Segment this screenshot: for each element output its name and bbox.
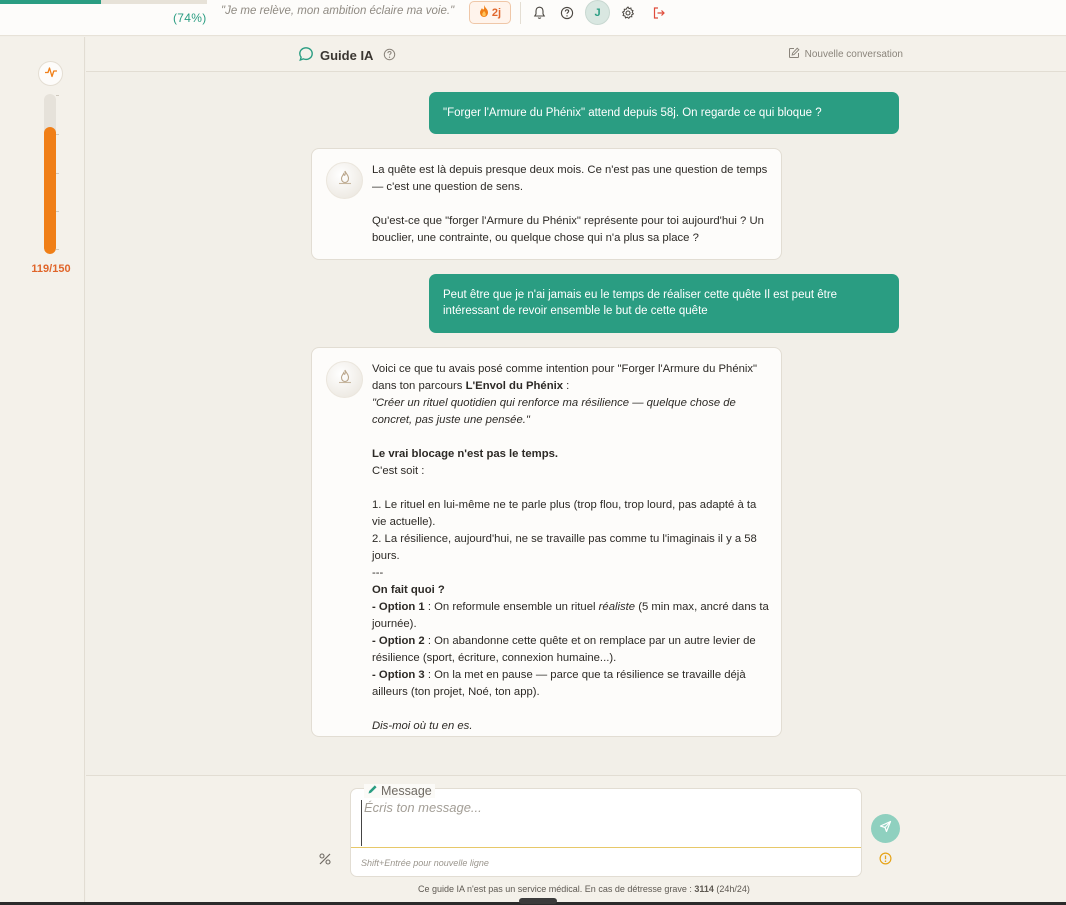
disclaimer-text: (24h/24) — [713, 884, 750, 894]
mic-off-icon[interactable] — [318, 852, 332, 866]
reason-item: 2. La résilience, aujourd'hui, ne se tra… — [372, 533, 757, 562]
progress-percent-label: (74%) — [173, 11, 207, 25]
option-text: : On la met en pause — parce que ta rési… — [372, 669, 746, 698]
gauge-tick — [56, 173, 59, 174]
message-input[interactable] — [361, 800, 851, 846]
guide-title: Guide IA — [298, 46, 396, 65]
new-conversation-button[interactable]: Nouvelle conversation — [788, 47, 903, 62]
guide-title-text: Guide IA — [320, 48, 374, 63]
journey-name: L'Envol du Phénix — [465, 380, 564, 392]
option-label: - Option 3 — [372, 669, 425, 681]
quest-progress-fill — [0, 0, 102, 4]
chat-header: Guide IA Nouvelle conversation — [86, 37, 1066, 72]
composer-hint: Shift+Entrée pour nouvelle ligne — [361, 858, 489, 868]
option-text: : On reformule ensemble un rituel — [424, 601, 599, 613]
phoenix-icon — [336, 169, 354, 193]
topbar-divider — [520, 2, 521, 24]
user-avatar[interactable]: J — [585, 0, 610, 25]
composer-underline — [351, 847, 861, 848]
gauge-tick — [56, 211, 59, 212]
top-bar: (74%) "Je me relève, mon ambition éclair… — [0, 0, 1066, 36]
streak-count: 2j — [491, 6, 502, 19]
pulse-icon — [44, 65, 58, 83]
warning-icon[interactable] — [879, 852, 892, 865]
energy-gauge — [44, 94, 56, 254]
activity-button[interactable] — [38, 61, 63, 86]
ai-avatar — [326, 162, 363, 199]
ai-message: Voici ce que tu avais posé comme intenti… — [311, 347, 782, 737]
gear-icon[interactable] — [620, 5, 636, 21]
ai-paragraph: La quête est là depuis presque deux mois… — [372, 164, 768, 193]
option-item: - Option 1 : On reformule ensemble un ri… — [372, 599, 769, 633]
logout-icon[interactable] — [651, 5, 667, 21]
separator-text: --- — [372, 567, 384, 579]
quest-progress-bar — [0, 0, 207, 4]
option-item: - Option 2 : On abandonne cette quête et… — [372, 633, 769, 667]
block-subtitle: C'est soit : — [372, 465, 425, 477]
chat-bubble-icon — [298, 46, 314, 65]
closing-line: Dis-moi où tu en es. — [372, 720, 473, 732]
bell-icon[interactable] — [531, 5, 547, 21]
composer-label: Message — [364, 784, 435, 798]
resize-handle[interactable] — [519, 898, 557, 904]
edit-icon — [788, 47, 800, 62]
gauge-tick — [56, 134, 59, 135]
ai-paragraph: Qu'est-ce que "forger l'Armure du Phénix… — [372, 215, 764, 244]
gauge-tick — [56, 95, 59, 96]
energy-gauge-fill — [44, 127, 56, 254]
option-item: - Option 3 : On la met en pause — parce … — [372, 667, 769, 701]
option-label: - Option 1 — [372, 601, 425, 613]
disclaimer-text: Ce guide IA n'est pas un service médical… — [418, 884, 695, 894]
gauge-tick — [56, 249, 59, 250]
pencil-icon — [367, 784, 378, 798]
new-conversation-label: Nouvelle conversation — [804, 49, 903, 60]
medical-disclaimer: Ce guide IA n'est pas un service médical… — [418, 884, 750, 894]
hotline-number: 3114 — [694, 884, 714, 894]
option-text: : On abandonne cette quête et on remplac… — [372, 635, 756, 664]
motto-quote: "Je me relève, mon ambition éclaire ma v… — [221, 5, 455, 17]
send-button[interactable] — [871, 814, 900, 843]
message-text: Peut être que je n'ai jamais eu le temps… — [443, 289, 838, 317]
ai-message: La quête est là depuis presque deux mois… — [311, 148, 782, 260]
left-rail: 119/150 — [0, 37, 85, 905]
message-text: "Forger l'Armure du Phénix" attend depui… — [443, 107, 822, 119]
send-icon — [879, 820, 892, 838]
reason-item: 1. Le rituel en lui-même ne te parle plu… — [372, 499, 757, 528]
user-message: "Forger l'Armure du Phénix" attend depui… — [429, 92, 899, 134]
composer-label-text: Message — [381, 784, 432, 798]
user-message: Peut être que je n'ai jamais eu le temps… — [429, 274, 899, 333]
ai-avatar — [326, 361, 363, 398]
question-title: On fait quoi ? — [372, 584, 445, 596]
help-icon[interactable] — [559, 5, 575, 21]
phoenix-icon — [336, 368, 354, 392]
ai-intro: Voici ce que tu avais posé comme intenti… — [372, 361, 769, 395]
energy-gauge-label: 119/150 — [31, 263, 71, 275]
option-emphasis: réaliste — [598, 601, 636, 613]
flame-icon — [479, 5, 489, 20]
intention-quote: "Créer un rituel quotidien qui renforce … — [372, 397, 736, 426]
intro-text: : — [563, 380, 570, 392]
help-icon[interactable] — [383, 48, 396, 64]
block-title: Le vrai blocage n'est pas le temps. — [372, 448, 559, 460]
option-label: - Option 2 — [372, 635, 425, 647]
streak-badge[interactable]: 2j — [469, 1, 511, 24]
